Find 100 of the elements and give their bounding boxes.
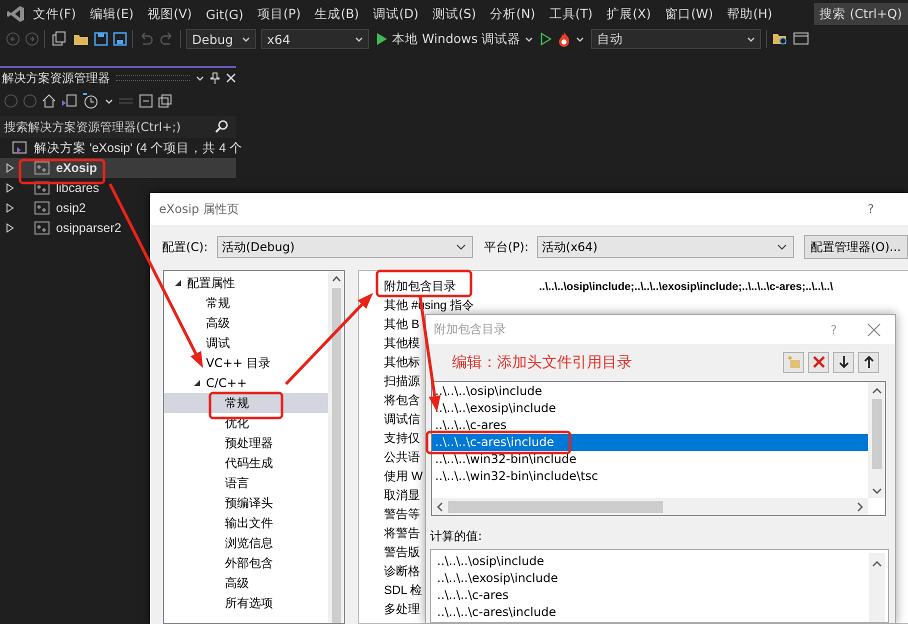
platform-dropdown[interactable]: x64 <box>261 29 369 49</box>
menu-item[interactable]: 帮助(H) <box>720 6 780 22</box>
flame-icon[interactable] <box>556 31 571 47</box>
scroll-down-icon[interactable] <box>872 488 882 494</box>
list-item[interactable]: ..\..\..\win32-bin\include\tsc <box>432 468 868 485</box>
property-name[interactable]: 取消显 <box>384 488 420 502</box>
property-name[interactable]: 多处理 <box>384 602 420 616</box>
tree-item[interactable]: osip2 <box>56 201 86 215</box>
expanded-icon[interactable] <box>193 379 201 387</box>
menu-item[interactable]: 窗口(W) <box>658 6 720 22</box>
property-name[interactable]: 调试信 <box>384 412 420 426</box>
property-name[interactable]: 其他 B <box>384 317 420 331</box>
platform-dropdown[interactable]: 活动(x64) <box>536 236 794 258</box>
tree-item[interactable]: 语言 <box>164 473 328 493</box>
property-name[interactable]: SDL 检 <box>384 583 422 597</box>
project-row[interactable]: osip2 <box>0 198 144 218</box>
menu-item[interactable]: 测试(S) <box>425 6 484 22</box>
property-name[interactable]: 其他标 <box>384 355 420 369</box>
tree-item[interactable]: 所有选项 <box>164 593 328 613</box>
search-field[interactable]: 搜索解决方案资源管理器(Ctrl+;) <box>0 116 236 138</box>
scroll-right-icon[interactable] <box>857 502 863 512</box>
tree-item[interactable]: 输出文件 <box>164 513 328 533</box>
tree-item[interactable]: 预编译头 <box>164 493 328 513</box>
tree-item[interactable]: C/C++ <box>164 373 328 393</box>
scroll-up-icon[interactable] <box>872 388 882 394</box>
scrollbar-thumb[interactable] <box>448 500 663 512</box>
tree-item[interactable]: 代码生成 <box>164 453 328 473</box>
tree-item[interactable]: 调试 <box>164 333 328 353</box>
property-name[interactable]: 警告等 <box>384 507 420 521</box>
tree-item[interactable]: libcares <box>56 181 100 195</box>
property-value[interactable]: ..\..\..\osip\include;..\..\..\exosip\include;..\..\..\c-ares;..\..\..\ <box>539 280 908 292</box>
tree-item[interactable]: eXosip <box>56 161 97 175</box>
list-item[interactable]: ..\..\..\osip\include <box>432 383 868 400</box>
scroll-left-icon[interactable] <box>437 502 443 512</box>
property-name[interactable]: 附加包含目录 <box>384 279 456 293</box>
tree-item[interactable]: 解决方案 'eXosip' (4 个项目，共 4 个 <box>34 140 242 156</box>
menu-item[interactable]: 文件(F) <box>26 6 83 22</box>
list-item[interactable]: ..\..\..\c-ares\include <box>432 434 868 451</box>
property-name[interactable]: 公共语 <box>384 450 420 464</box>
window-layout-icon[interactable] <box>792 32 811 46</box>
project-row[interactable]: libcares <box>0 178 144 198</box>
property-name[interactable]: 将包含 <box>384 393 420 407</box>
scroll-up-icon[interactable] <box>332 276 340 282</box>
save-all-icon[interactable] <box>113 32 127 46</box>
menu-item[interactable]: 编辑(E) <box>82 6 141 22</box>
tree-item[interactable]: 常规 <box>164 293 328 313</box>
menu-item[interactable]: 分析(N) <box>483 6 542 22</box>
debug-button[interactable]: 本地 Windows 调试器 <box>374 30 535 48</box>
tree-item[interactable]: 配置属性 <box>164 273 328 293</box>
configuration-dropdown[interactable]: Debug <box>186 29 256 49</box>
delete-button[interactable] <box>808 352 829 372</box>
menu-item[interactable]: 工具(T) <box>542 6 600 22</box>
scrollbar-thumb[interactable] <box>872 399 882 469</box>
menu-item[interactable]: 视图(V) <box>140 6 199 22</box>
tree-item[interactable]: 高级 <box>164 573 328 593</box>
scrollbar-thumb[interactable] <box>332 288 340 623</box>
home-icon[interactable] <box>42 94 56 108</box>
solution-icon[interactable] <box>61 94 77 108</box>
tree-item[interactable]: osipparser2 <box>56 221 122 235</box>
tree-item[interactable]: 预处理器 <box>164 433 328 453</box>
startup-dropdown[interactable]: 自动 <box>590 29 761 49</box>
history-icon[interactable] <box>82 93 100 109</box>
move-up-button[interactable] <box>858 352 879 372</box>
new-item-icon[interactable] <box>50 31 68 47</box>
list-item[interactable]: ..\..\..\win32-bin\include <box>432 451 868 468</box>
tree-item[interactable]: 高级 <box>164 313 328 333</box>
property-name[interactable]: 警告版 <box>384 545 420 559</box>
property-name[interactable]: 使用 W <box>384 469 423 483</box>
tree-item[interactable]: 浏览信息 <box>164 533 328 553</box>
configuration-dropdown[interactable]: 活动(Debug) <box>216 236 473 258</box>
project-row[interactable]: osipparser2 <box>0 218 144 238</box>
caret-icon[interactable] <box>105 98 113 104</box>
tree-item[interactable]: VC++ 目录 <box>164 353 328 373</box>
property-name[interactable]: 其他模 <box>384 336 420 350</box>
property-name[interactable]: 支持仅 <box>384 431 420 445</box>
expanded-icon[interactable] <box>174 279 182 287</box>
tree-item[interactable]: 常规 <box>164 393 328 413</box>
property-name[interactable]: 诊断格 <box>384 564 420 578</box>
menu-item[interactable]: Git(G) <box>198 6 250 22</box>
search-box[interactable]: 搜索 (Ctrl+Q) <box>814 3 908 25</box>
open-folder-icon[interactable] <box>73 32 89 46</box>
run-without-debug-icon[interactable] <box>540 32 552 46</box>
collapse-icon[interactable] <box>139 94 153 108</box>
menu-item[interactable]: 项目(P) <box>250 6 308 22</box>
folder-search-icon[interactable] <box>772 32 788 46</box>
tree-item[interactable]: 外部包含 <box>164 553 328 573</box>
project-row[interactable]: eXosip <box>0 158 236 178</box>
property-name[interactable]: 扫描源 <box>384 374 420 388</box>
menu-item[interactable]: 扩展(X) <box>600 6 658 22</box>
save-icon[interactable] <box>94 32 108 46</box>
configuration-manager-button[interactable]: 配置管理器(O)... <box>804 235 908 259</box>
list-item[interactable]: ..\..\..\c-ares <box>432 417 868 434</box>
property-name[interactable]: 将警告 <box>384 526 420 540</box>
help-button[interactable]: ? <box>868 202 874 216</box>
caret-icon[interactable] <box>196 76 204 80</box>
move-down-button[interactable] <box>833 352 854 372</box>
pin-icon[interactable] <box>210 72 220 84</box>
scroll-up-icon[interactable] <box>872 561 882 567</box>
copy-icon[interactable] <box>158 94 172 108</box>
menu-item[interactable]: 调试(D) <box>366 6 426 22</box>
